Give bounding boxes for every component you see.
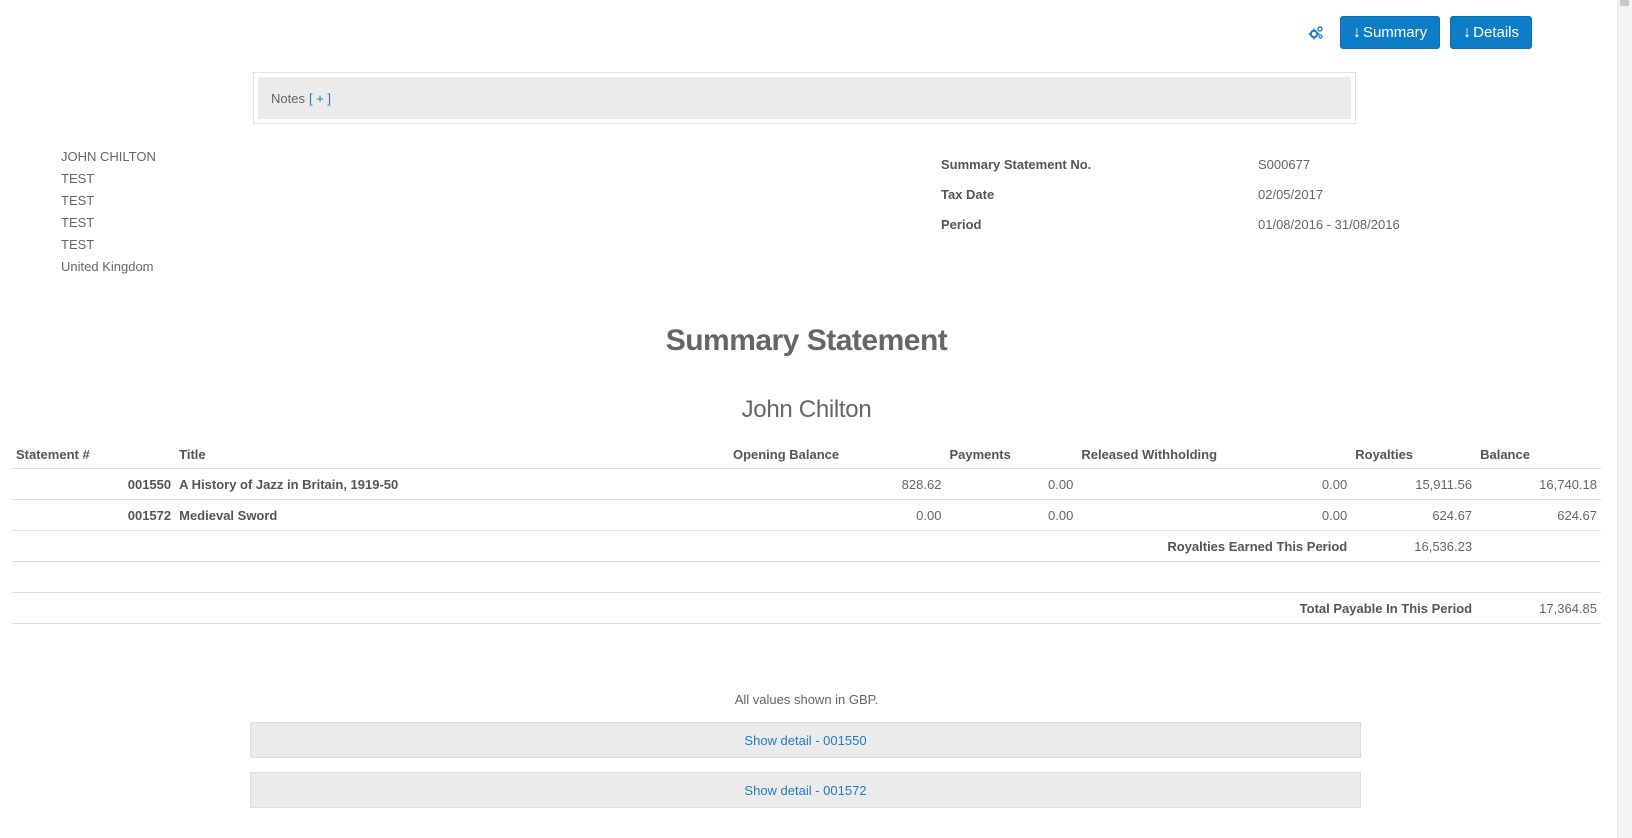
tax-date-value: 02/05/2017 [1258, 186, 1324, 202]
author-name: John Chilton [741, 396, 872, 423]
table-header-row: Statement # Title Opening Balance Paymen… [12, 440, 1601, 469]
balance-cell: 624.67 [1476, 499, 1601, 531]
total-payable-value: 17,364.85 [1476, 592, 1601, 624]
statement-number-cell: 001550 [12, 468, 176, 500]
statement-table: Statement # Title Opening Balance Paymen… [12, 440, 1601, 624]
address-line: TEST [61, 237, 95, 252]
statement-no-label: Summary Statement No. [941, 156, 1092, 172]
royalties-earned-row: Royalties Earned This Period 16,536.23 [12, 530, 1601, 562]
empty-cell [1476, 530, 1601, 562]
notes-header: Notes [ + ] [258, 77, 1351, 119]
statement-meta: Summary Statement No. S000677 Tax Date 0… [941, 149, 1400, 239]
payments-cell: 0.00 [945, 468, 1078, 500]
download-summary-button[interactable]: ↓ Summary [1339, 16, 1441, 49]
statement-no-value: S000677 [1258, 156, 1311, 172]
balance-cell: 16,740.18 [1476, 468, 1601, 500]
total-payable-label: Total Payable In This Period [12, 592, 1477, 624]
toolbar: ↓ Summary ↓ Details [1308, 16, 1532, 49]
royalties-cell: 15,911.56 [1351, 468, 1477, 500]
column-header: Payments [945, 440, 1078, 469]
address-block: JOHN CHILTON TEST TEST TEST TEST United … [61, 146, 156, 278]
arrow-down-icon: ↓ [1352, 23, 1361, 41]
empty-cell [12, 561, 1601, 593]
vertical-scrollbar[interactable] [1617, 0, 1632, 838]
address-line: United Kingdom [61, 259, 154, 274]
show-detail-001572-link[interactable]: Show detail - 001572 [250, 772, 1361, 808]
address-line: JOHN CHILTON [61, 149, 156, 164]
show-detail-001550-link[interactable]: Show detail - 001550 [250, 722, 1361, 758]
address-line: TEST [61, 215, 95, 230]
details-button-label: Details [1473, 24, 1519, 41]
notes-expand-toggle[interactable]: [ + ] [309, 91, 331, 106]
title-cell: Medieval Sword [175, 499, 729, 531]
statement-number-cell: 001572 [12, 499, 176, 531]
opening-balance-cell: 828.62 [728, 468, 946, 500]
released-withholding-cell: 0.00 [1077, 499, 1352, 531]
meta-row-tax-date: Tax Date 02/05/2017 [941, 179, 1400, 209]
table-row: 001550 A History of Jazz in Britain, 191… [12, 468, 1601, 500]
column-header: Title [175, 440, 729, 469]
column-header: Balance [1476, 440, 1601, 469]
period-label: Period [941, 216, 982, 232]
notes-panel: Notes [ + ] [253, 72, 1356, 124]
summary-button-label: Summary [1362, 24, 1428, 41]
page-title: Summary Statement [665, 324, 948, 357]
download-details-button[interactable]: ↓ Details [1450, 16, 1532, 49]
royalties-earned-value: 16,536.23 [1351, 530, 1477, 562]
table-row: 001572 Medieval Sword 0.00 0.00 0.00 624… [12, 499, 1601, 531]
column-header: Opening Balance [728, 440, 946, 469]
released-withholding-cell: 0.00 [1077, 468, 1352, 500]
column-header: Statement # [12, 440, 176, 469]
opening-balance-cell: 0.00 [728, 499, 946, 531]
royalties-cell: 624.67 [1351, 499, 1477, 531]
spacer-row [12, 561, 1601, 593]
arrow-down-icon: ↓ [1463, 23, 1472, 41]
address-line: TEST [61, 193, 95, 208]
notes-label: Notes [271, 90, 305, 106]
currency-note: All values shown in GBP. [734, 692, 879, 707]
column-header: Royalties [1351, 440, 1477, 469]
title-cell: A History of Jazz in Britain, 1919-50 [175, 468, 729, 500]
column-header: Released Withholding [1077, 440, 1352, 469]
payments-cell: 0.00 [945, 499, 1078, 531]
meta-row-statement-no: Summary Statement No. S000677 [941, 149, 1400, 179]
tax-date-label: Tax Date [941, 186, 995, 202]
royalties-earned-label: Royalties Earned This Period [12, 530, 1352, 562]
total-payable-row: Total Payable In This Period 17,364.85 [12, 592, 1601, 624]
page: ↓ Summary ↓ Details Notes [ + ] JOHN CHI… [0, 0, 1632, 838]
address-line: TEST [61, 171, 95, 186]
meta-row-period: Period 01/08/2016 - 31/08/2016 [941, 209, 1400, 239]
scrollbar-thumb[interactable] [1620, 0, 1629, 6]
gears-icon[interactable] [1308, 25, 1324, 41]
period-value: 01/08/2016 - 31/08/2016 [1258, 216, 1400, 232]
